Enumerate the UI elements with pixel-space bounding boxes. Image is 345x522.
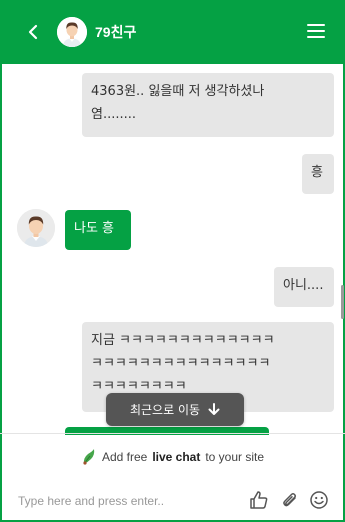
brand-logo-icon [83, 448, 95, 465]
menu-button[interactable] [306, 22, 328, 40]
paperclip-icon[interactable] [280, 490, 300, 510]
agent-avatar [17, 209, 55, 247]
agent-message: 나도 흥 [65, 210, 131, 250]
visitor-message: 4363원.. 잃을때 저 생각하셨나 염........ [82, 73, 334, 137]
jump-to-latest-button[interactable]: 최근으로 이동 [106, 393, 244, 426]
thumbs-up-icon[interactable] [249, 490, 269, 510]
visitor-message: 흥 [302, 154, 334, 194]
scrollbar[interactable] [341, 285, 344, 319]
agent-avatar-small [57, 17, 87, 47]
arrow-down-icon [208, 403, 220, 415]
visitor-message: 아니.... [274, 267, 334, 307]
back-button[interactable] [20, 20, 46, 44]
message-list[interactable]: 4363원.. 잃을때 저 생각하셨나 염........ 흥 나도 흥 아니.… [2, 64, 341, 432]
chat-title: 79친구 [95, 24, 137, 40]
chevron-left-icon [28, 24, 38, 40]
smiley-icon[interactable] [309, 490, 329, 510]
branding-link[interactable]: Add free live chat to your site [0, 433, 345, 479]
hamburger-menu-icon [307, 24, 325, 26]
chat-header: 79친구 [0, 0, 345, 64]
message-composer [2, 480, 341, 520]
message-input[interactable] [16, 490, 220, 512]
